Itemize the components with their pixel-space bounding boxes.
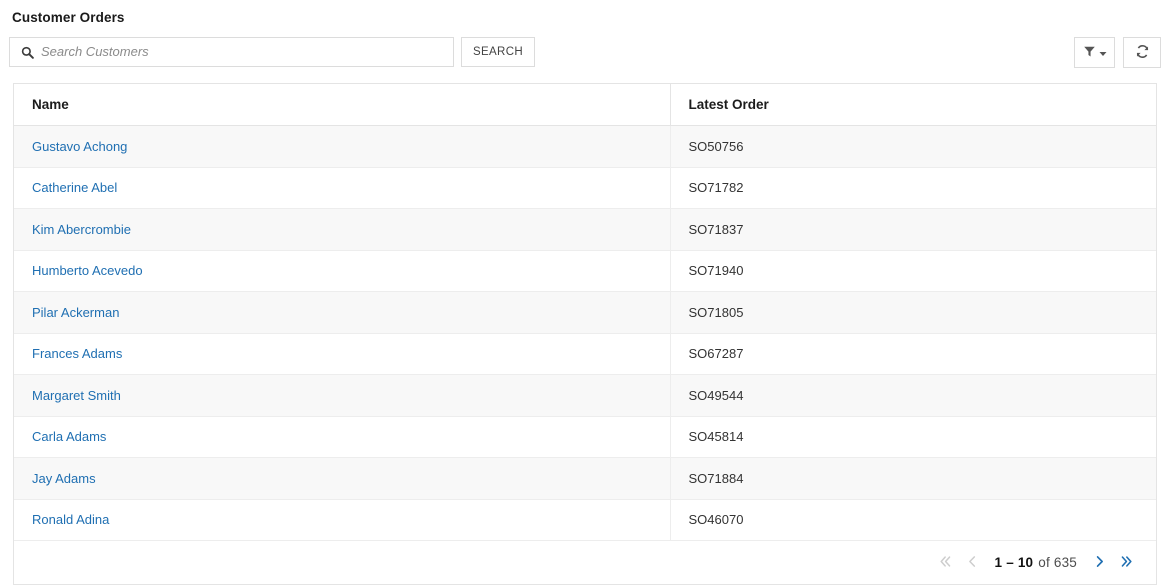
table-body: Gustavo Achong SO50756 Catherine Abel SO717… xyxy=(14,125,1156,541)
cell-name: Pilar Ackerman xyxy=(14,291,670,334)
double-chevron-left-icon xyxy=(938,554,953,572)
customer-name-link[interactable]: Pilar Ackerman xyxy=(32,305,119,320)
table-row: Pilar Ackerman SO71805 xyxy=(14,291,1156,334)
pagination-first-button[interactable] xyxy=(932,550,959,576)
refresh-icon xyxy=(1135,44,1150,62)
cell-latest-order: SO45814 xyxy=(669,416,1156,458)
chevron-left-icon xyxy=(965,554,980,572)
cell-name: Margaret Smith xyxy=(14,374,670,417)
page-title: Customer Orders xyxy=(12,10,125,25)
column-header-latest-order[interactable]: Latest Order xyxy=(669,84,1156,126)
cell-latest-order: SO71805 xyxy=(669,291,1156,334)
cell-name: Kim Abercrombie xyxy=(14,208,670,251)
customer-name-link[interactable]: Frances Adams xyxy=(32,346,122,361)
cell-name: Humberto Acevedo xyxy=(14,250,670,292)
pagination: 1 – 10 of 635 xyxy=(932,550,1140,576)
cell-latest-order: SO50756 xyxy=(669,125,1156,168)
filter-button[interactable] xyxy=(1074,37,1115,68)
table-row: Catherine Abel SO71782 xyxy=(14,167,1156,209)
customer-name-link[interactable]: Humberto Acevedo xyxy=(32,263,143,278)
customer-name-link[interactable]: Carla Adams xyxy=(32,429,106,444)
toolbar: SEARCH xyxy=(9,37,1161,75)
customer-orders-panel: Customer Orders SEARCH xyxy=(0,0,1170,585)
funnel-icon xyxy=(1083,45,1096,61)
refresh-button[interactable] xyxy=(1123,37,1161,68)
column-header-name[interactable]: Name xyxy=(14,84,670,126)
cell-name: Ronald Adina xyxy=(14,499,670,541)
customer-name-link[interactable]: Margaret Smith xyxy=(32,388,121,403)
cell-name: Jay Adams xyxy=(14,457,670,500)
cell-name: Frances Adams xyxy=(14,333,670,375)
search-field[interactable] xyxy=(9,37,454,67)
chevron-right-icon xyxy=(1092,554,1107,572)
customer-name-link[interactable]: Catherine Abel xyxy=(32,180,117,195)
search-button[interactable]: SEARCH xyxy=(461,37,536,67)
table-footer: 1 – 10 of 635 xyxy=(13,541,1157,585)
cell-latest-order: SO71884 xyxy=(669,457,1156,500)
cell-latest-order: SO67287 xyxy=(669,333,1156,375)
table-row: Margaret Smith SO49544 xyxy=(14,374,1156,417)
search-group: SEARCH xyxy=(9,37,536,67)
cell-latest-order: SO71782 xyxy=(669,167,1156,209)
search-input[interactable] xyxy=(41,42,445,62)
table-header-row: Name Latest Order xyxy=(14,84,1156,126)
pagination-total: of 635 xyxy=(1038,555,1077,570)
double-chevron-right-icon xyxy=(1119,554,1134,572)
cell-latest-order: SO71837 xyxy=(669,208,1156,251)
table-row: Humberto Acevedo SO71940 xyxy=(14,250,1156,292)
customer-name-link[interactable]: Gustavo Achong xyxy=(32,139,127,154)
table-row: Frances Adams SO67287 xyxy=(14,333,1156,375)
table-row: Gustavo Achong SO50756 xyxy=(14,125,1156,168)
customer-name-link[interactable]: Jay Adams xyxy=(32,471,96,486)
customer-orders-table: Name Latest Order Gustavo Achong SO50756 C… xyxy=(13,83,1157,541)
pagination-prev-button[interactable] xyxy=(959,550,986,576)
toolbar-actions xyxy=(1074,37,1161,68)
table-row: Carla Adams SO45814 xyxy=(14,416,1156,458)
search-icon xyxy=(20,45,34,59)
customer-name-link[interactable]: Ronald Adina xyxy=(32,512,109,527)
pagination-last-button[interactable] xyxy=(1113,550,1140,576)
table-row: Ronald Adina SO46070 xyxy=(14,499,1156,541)
customer-name-link[interactable]: Kim Abercrombie xyxy=(32,222,131,237)
table-row: Kim Abercrombie SO71837 xyxy=(14,208,1156,251)
caret-down-icon xyxy=(1099,45,1107,60)
cell-name: Carla Adams xyxy=(14,416,670,458)
pagination-next-button[interactable] xyxy=(1086,550,1113,576)
cell-name: Gustavo Achong xyxy=(14,125,670,168)
pagination-range: 1 – 10 xyxy=(994,555,1034,570)
cell-latest-order: SO49544 xyxy=(669,374,1156,417)
table-row: Jay Adams SO71884 xyxy=(14,457,1156,500)
cell-latest-order: SO71940 xyxy=(669,250,1156,292)
cell-name: Catherine Abel xyxy=(14,167,670,209)
cell-latest-order: SO46070 xyxy=(669,499,1156,541)
